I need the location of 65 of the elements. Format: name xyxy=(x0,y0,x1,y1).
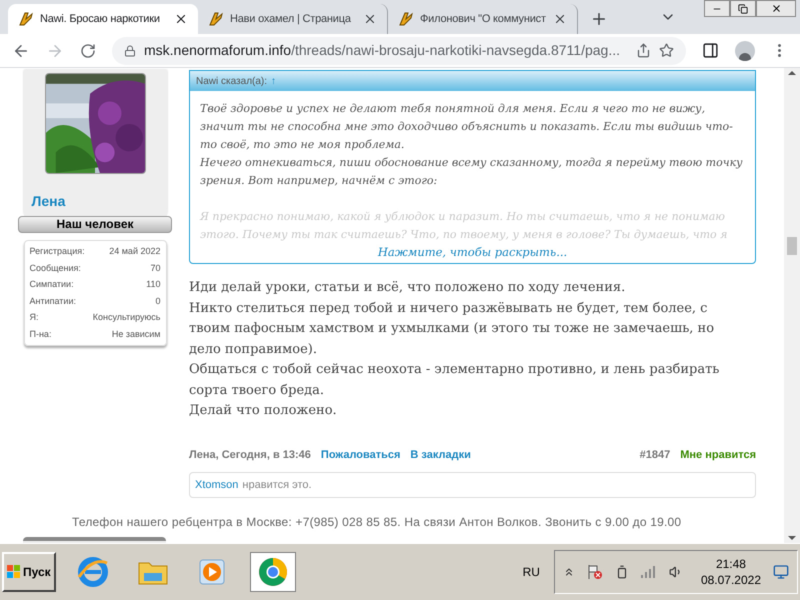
stat-label: Я: xyxy=(30,311,38,324)
stat-value: 70 xyxy=(150,262,160,274)
stat-label: Симпатии: xyxy=(30,278,74,291)
address-bar[interactable]: msk.nenormaforum.info/threads/nawi-brosaju-narkotiki-navsegda.8711/pag... xyxy=(112,36,686,64)
bookmark-star-icon[interactable] xyxy=(659,43,674,58)
profile-icon[interactable] xyxy=(735,40,755,60)
start-button[interactable]: Пуск xyxy=(2,552,56,592)
post-number[interactable]: #1847 xyxy=(640,446,670,463)
close-icon[interactable] xyxy=(363,12,377,26)
stat-value: 110 xyxy=(146,278,160,291)
quote-author: Nawi сказал(а): xyxy=(196,74,268,88)
post-action-link[interactable]: В закладки xyxy=(410,446,471,463)
lock-icon xyxy=(124,44,136,56)
stat-value: 0 xyxy=(155,294,160,308)
chrome-icon xyxy=(256,556,289,588)
stat-value: 24 май 2022 xyxy=(109,245,160,258)
post-action-link[interactable]: Пожаловаться xyxy=(320,446,400,463)
taskbar-app[interactable] xyxy=(250,552,296,592)
close-icon[interactable] xyxy=(553,12,567,26)
stat-label: П-на: xyxy=(30,328,52,340)
share-icon[interactable] xyxy=(636,43,651,58)
restore-icon xyxy=(738,4,748,14)
tab-title: Нави охамел | Страница xyxy=(230,12,352,27)
close-icon xyxy=(770,3,782,14)
quote-text: Твоё здоровье и успех не делают тебя понятной для меня. Если я чего то не вижу, значит ты не способна мне это доходчиво объяснить и показать. Если ты видишь что-то своё, то это не моя проблема. xyxy=(200,101,734,153)
new-tab-icon[interactable] xyxy=(590,10,608,28)
stat-value: Консультируюсь xyxy=(92,311,160,324)
site-logo-icon xyxy=(398,11,414,27)
likes-text: нравится это. xyxy=(242,478,312,493)
browser-tab[interactable]: Нави охамел | Страница xyxy=(198,4,388,34)
stat-value: Не зависим xyxy=(112,328,160,340)
tab-title: Nawi. Бросаю наркотики xyxy=(40,12,161,27)
post-text: Делай что положено. xyxy=(189,402,338,420)
post-author-date: Лена, Сегодня, в 13:46 xyxy=(189,448,311,462)
browser-icon xyxy=(76,555,110,589)
like-link[interactable]: Мне нравится xyxy=(680,446,756,463)
liker-link[interactable]: Xtomson xyxy=(195,476,238,494)
close-icon[interactable] xyxy=(174,12,188,26)
browser-tab[interactable]: Филонович "О коммунист xyxy=(388,4,578,34)
side-panel-icon[interactable] xyxy=(702,42,719,59)
post-text: Общаться с тобой сейчас неохота - элементарно противно, и лень разбирать сорта твоего бреда. xyxy=(189,361,720,400)
flag-error-icon[interactable] xyxy=(586,564,603,580)
reload-icon[interactable] xyxy=(80,42,96,58)
close-button[interactable] xyxy=(756,0,796,17)
post-text: Иди делай уроки, статьи и всё, что положено по ходу лечения. xyxy=(189,279,626,297)
show-desktop-icon[interactable] xyxy=(773,564,789,580)
stat-label: Антипатии: xyxy=(30,294,76,308)
scrollbar[interactable] xyxy=(784,68,800,543)
site-logo-icon xyxy=(208,11,224,27)
expand-link[interactable]: Нажмите, чтобы раскрыть... xyxy=(378,244,568,262)
maximize-button[interactable] xyxy=(730,0,756,17)
quote-text: Нечего отнекиваться, пиши обоснование всему сказанному, тогда я перейму твою точку зрения. Вот например, начнём с этого: xyxy=(200,155,744,189)
tab-title: Филонович "О коммунист xyxy=(420,12,547,27)
post-text: Никто стелиться перед тобой и ничего разжёвывать не будет, тем более, с твоим пафосным хамством и ухмылками (и этого ты тоже не замечаешь, но дело поправимое). xyxy=(189,300,716,358)
language-indicator[interactable]: RU xyxy=(522,563,540,581)
user-title-ribbon: Наш человек xyxy=(18,216,172,233)
stat-label: Регистрация: xyxy=(30,245,85,258)
browser-tab[interactable]: Nawi. Бросаю наркотики xyxy=(8,4,198,34)
clock-time[interactable]: 21:48 xyxy=(716,556,746,572)
footer-text: Телефон нашего ребцентра в Москве: +7(985) 028 85 85. На связи Антон Волков. Звонить с 9.00 до 19.00 xyxy=(72,515,682,529)
windows-logo-icon xyxy=(7,565,21,579)
clock-date[interactable]: 08.07.2022 xyxy=(700,572,761,588)
stat-label: Сообщения: xyxy=(30,262,81,275)
site-logo-icon xyxy=(18,11,34,27)
url-text: msk.nenormaforum.info/threads/nawi-brosaju-narkotiki-navsegda.8711/pag... xyxy=(144,41,621,60)
